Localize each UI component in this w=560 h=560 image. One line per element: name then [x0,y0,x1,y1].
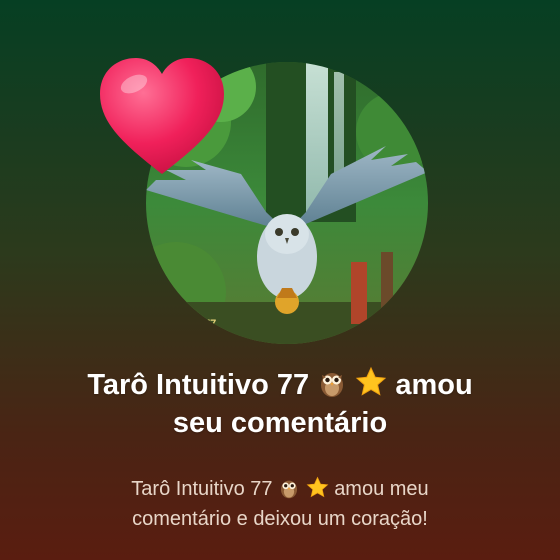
subtitle-name: Tarô Intuitivo 77 [131,478,273,500]
star-emoji-icon [356,366,387,396]
svg-text:77: 77 [204,318,216,330]
notification-card: 77 Tarô Intuitivo 77 amou seu comentário… [0,0,560,560]
owl-emoji-icon [321,373,344,397]
subtitle-rest: amou meu [334,478,429,500]
title-line-2: seu comentário [172,407,388,439]
owl-emoji-small-icon [280,480,298,499]
title-action: amou [395,369,473,401]
notification-message: Tarô Intuitivo 77 amou meu comentário e … [0,474,560,534]
subtitle-line-2: comentário e deixou um coração! [132,508,428,530]
notification-title: Tarô Intuitivo 77 amou seu comentário [0,366,560,442]
heart-icon [100,58,224,174]
star-emoji-small-icon [306,476,329,498]
title-name: Tarô Intuitivo 77 [87,369,310,401]
